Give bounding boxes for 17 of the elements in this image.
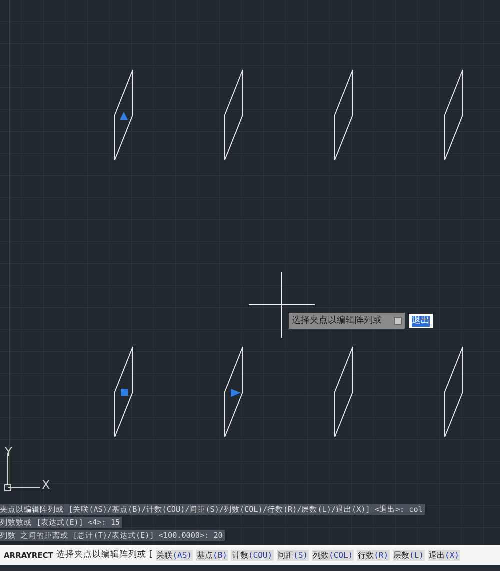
command-option[interactable]: 基点(B) <box>196 550 228 560</box>
triangle-grip-icon[interactable] <box>231 389 241 397</box>
tooltip-prompt: 选择夹点以编辑阵列或 <box>292 315 382 327</box>
triangle-grip-icon[interactable] <box>120 112 128 120</box>
command-option[interactable]: 退出(X) <box>428 550 460 560</box>
square-grip-icon[interactable] <box>121 389 128 396</box>
command-option[interactable]: 间距(S) <box>276 550 309 560</box>
command-option[interactable]: 行数(R) <box>357 550 390 560</box>
command-option[interactable]: 列数(COL) <box>312 550 354 560</box>
command-option[interactable]: 计数(COU) <box>231 550 274 560</box>
input-field[interactable]: 退出 <box>409 314 433 328</box>
dropdown-icon[interactable] <box>394 317 402 325</box>
command-option[interactable]: 层数(L) <box>392 550 425 560</box>
bracket: [ <box>149 550 153 560</box>
x-axis-label: X <box>42 479 50 491</box>
command-prompt: 选择夹点以编辑阵列或 <box>56 549 146 561</box>
command-option[interactable]: 关联(AS) <box>156 550 193 560</box>
